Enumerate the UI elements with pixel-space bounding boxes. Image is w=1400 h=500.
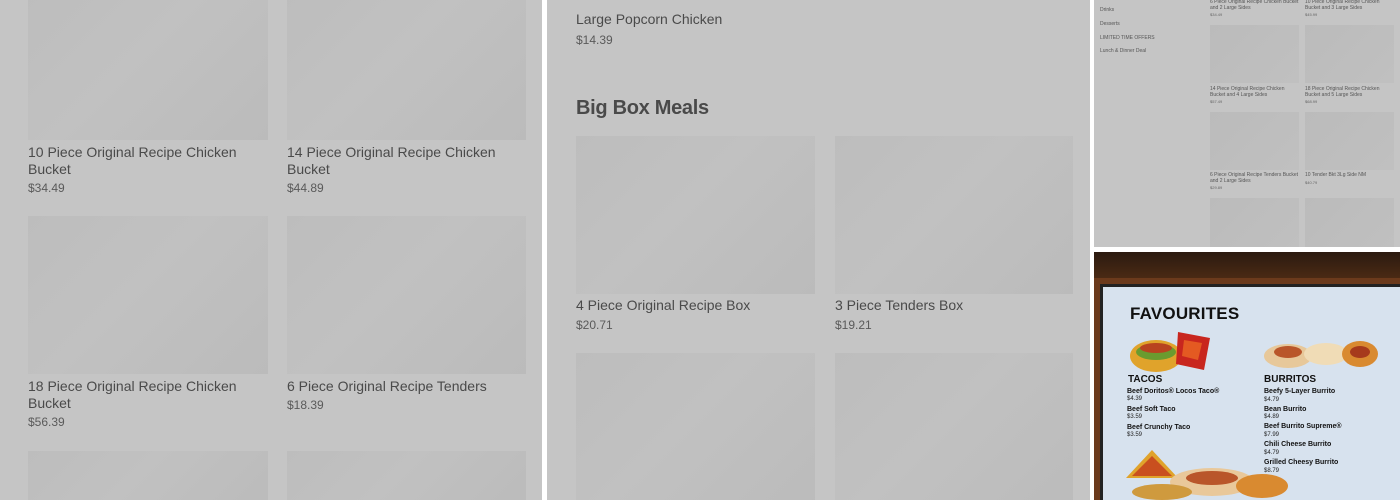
item-price: $40.79 xyxy=(1305,180,1318,185)
burrito-price: $4.79 xyxy=(1264,397,1280,403)
item-image[interactable] xyxy=(28,0,268,140)
board-title: FAVOURITES xyxy=(1130,304,1240,323)
item-price: $68.99 xyxy=(1305,99,1318,104)
item-name[interactable]: 14 Piece Original Recipe Chicken Bucket … xyxy=(1210,86,1300,98)
item-image[interactable] xyxy=(576,353,815,500)
item-name[interactable]: 10 Piece Original Recipe Chicken Bucket … xyxy=(1305,0,1395,11)
board-frame xyxy=(1094,252,1400,278)
item-price: $45.99 xyxy=(1305,12,1318,17)
burrito-item: Beefy 5-Layer Burrito xyxy=(1264,388,1336,395)
food-combo-image-icon xyxy=(1126,450,1288,500)
item-name[interactable]: 6 Piece Original Recipe Tenders xyxy=(287,378,517,395)
item-image[interactable] xyxy=(287,216,526,374)
burrito-item: Beef Burrito Supreme® xyxy=(1264,423,1342,430)
item-image[interactable] xyxy=(1305,25,1394,83)
screenshot-collage: 10 Piece Original Recipe Chicken Bucket … xyxy=(0,0,1400,500)
item-price: $14.39 xyxy=(576,33,613,47)
taco-image-icon xyxy=(1130,332,1210,372)
tacos-heading: TACOS xyxy=(1128,374,1163,385)
item-image[interactable] xyxy=(1210,112,1299,170)
taco-price: $4.39 xyxy=(1127,396,1143,402)
burrito-price: $7.99 xyxy=(1264,432,1280,438)
burrito-item: Chili Cheese Burrito xyxy=(1264,441,1332,448)
item-name[interactable]: 18 Piece Original Recipe Chicken Bucket xyxy=(28,378,258,412)
item-image[interactable] xyxy=(835,353,1073,500)
item-image[interactable] xyxy=(1210,198,1299,247)
item-price: $57.49 xyxy=(1210,99,1223,104)
taco-item: Beef Doritos® Locos Taco® xyxy=(1127,388,1220,395)
item-price: $29.89 xyxy=(1210,185,1223,190)
menu-board-photo: FAVOURITES TACOS Beef Doritos® Locos Tac… xyxy=(1094,252,1400,500)
item-price: $56.39 xyxy=(28,415,65,429)
item-name[interactable]: 4 Piece Original Recipe Box xyxy=(576,297,806,314)
item-image[interactable] xyxy=(1305,112,1394,170)
item-image[interactable] xyxy=(1305,198,1394,247)
item-image[interactable] xyxy=(835,136,1073,294)
burrito-image-icon xyxy=(1264,341,1378,368)
nav-item-lunch-dinner-deal[interactable]: Lunch & Dinner Deal xyxy=(1100,48,1146,54)
section-title: Big Box Meals xyxy=(576,97,709,119)
menu-grid-left: 10 Piece Original Recipe Chicken Bucket … xyxy=(0,0,542,500)
item-price: $34.49 xyxy=(28,181,65,195)
item-price: $19.21 xyxy=(835,318,872,332)
item-name[interactable]: 18 Piece Original Recipe Chicken Bucket … xyxy=(1305,86,1395,98)
item-image[interactable] xyxy=(576,136,815,294)
nav-item-drinks[interactable]: Drinks xyxy=(1100,7,1114,13)
burritos-heading: BURRITOS xyxy=(1264,374,1317,385)
nav-item-desserts[interactable]: Desserts xyxy=(1100,21,1120,27)
item-image[interactable] xyxy=(28,216,268,374)
taco-item: Beef Soft Taco xyxy=(1127,406,1176,413)
item-name[interactable]: 6 Piece Original Recipe Chicken Bucket a… xyxy=(1210,0,1300,11)
item-name[interactable]: Large Popcorn Chicken xyxy=(576,11,876,28)
item-name[interactable]: 3 Piece Tenders Box xyxy=(835,297,1065,314)
item-image[interactable] xyxy=(287,451,526,500)
menu-grid-middle: Large Popcorn Chicken $14.39 Big Box Mea… xyxy=(547,0,1090,500)
nav-item-limited-time-offers[interactable]: LIMITED TIME OFFERS xyxy=(1100,35,1155,41)
item-image[interactable] xyxy=(1210,25,1299,83)
menu-page-thumbnail: Drinks Desserts LIMITED TIME OFFERS Lunc… xyxy=(1094,0,1400,247)
item-price: $34.49 xyxy=(1210,12,1223,17)
item-name[interactable]: 10 Piece Original Recipe Chicken Bucket xyxy=(28,144,258,178)
item-price: $44.89 xyxy=(287,181,324,195)
taco-item: Beef Crunchy Taco xyxy=(1127,424,1191,431)
item-image[interactable] xyxy=(287,0,526,140)
item-price: $18.39 xyxy=(287,398,324,412)
item-price: $20.71 xyxy=(576,318,613,332)
burrito-price: $4.89 xyxy=(1264,414,1280,420)
item-image[interactable] xyxy=(28,451,268,500)
taco-price: $3.59 xyxy=(1127,414,1143,420)
taco-price: $3.59 xyxy=(1127,432,1143,438)
item-name[interactable]: 14 Piece Original Recipe Chicken Bucket xyxy=(287,144,517,178)
item-name[interactable]: 10 Tender Bkt 3Lg Side NM xyxy=(1305,172,1395,178)
item-name[interactable]: 6 Piece Original Recipe Tenders Bucket a… xyxy=(1210,172,1300,184)
burrito-item: Bean Burrito xyxy=(1264,406,1307,413)
